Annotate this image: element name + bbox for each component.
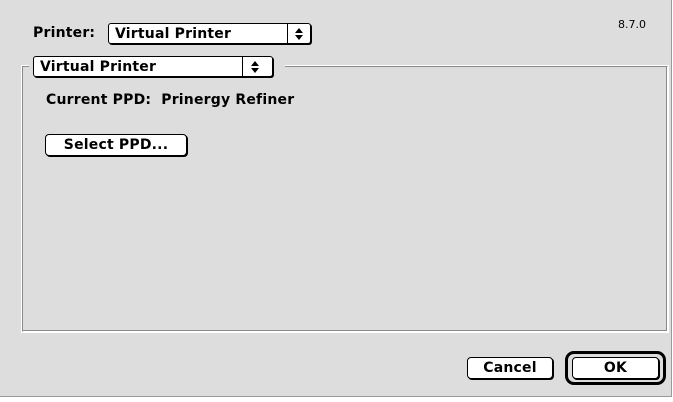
popup-divider [242, 57, 243, 76]
ok-button[interactable]: OK [572, 357, 659, 379]
panel-popup[interactable]: Virtual Printer [33, 56, 273, 77]
printer-popup-value: Virtual Printer [115, 26, 232, 42]
version-label: 8.7.0 [618, 18, 646, 31]
cancel-button[interactable]: Cancel [467, 357, 553, 379]
printer-dialog: Printer: Virtual Printer 8.7.0 Virtual P… [0, 0, 672, 397]
select-ppd-button[interactable]: Select PPD... [45, 134, 187, 156]
up-down-arrows-icon [295, 28, 303, 40]
panel-popup-value: Virtual Printer [40, 59, 157, 75]
current-ppd-row: Current PPD: Prinergy Refiner [46, 91, 294, 109]
up-down-arrows-icon [251, 61, 259, 73]
printer-label: Printer: [33, 25, 96, 41]
popup-divider [287, 24, 288, 43]
current-ppd-label: Current PPD: [46, 92, 152, 108]
current-ppd-value: Prinergy Refiner [161, 92, 295, 108]
printer-popup[interactable]: Virtual Printer [108, 23, 311, 44]
